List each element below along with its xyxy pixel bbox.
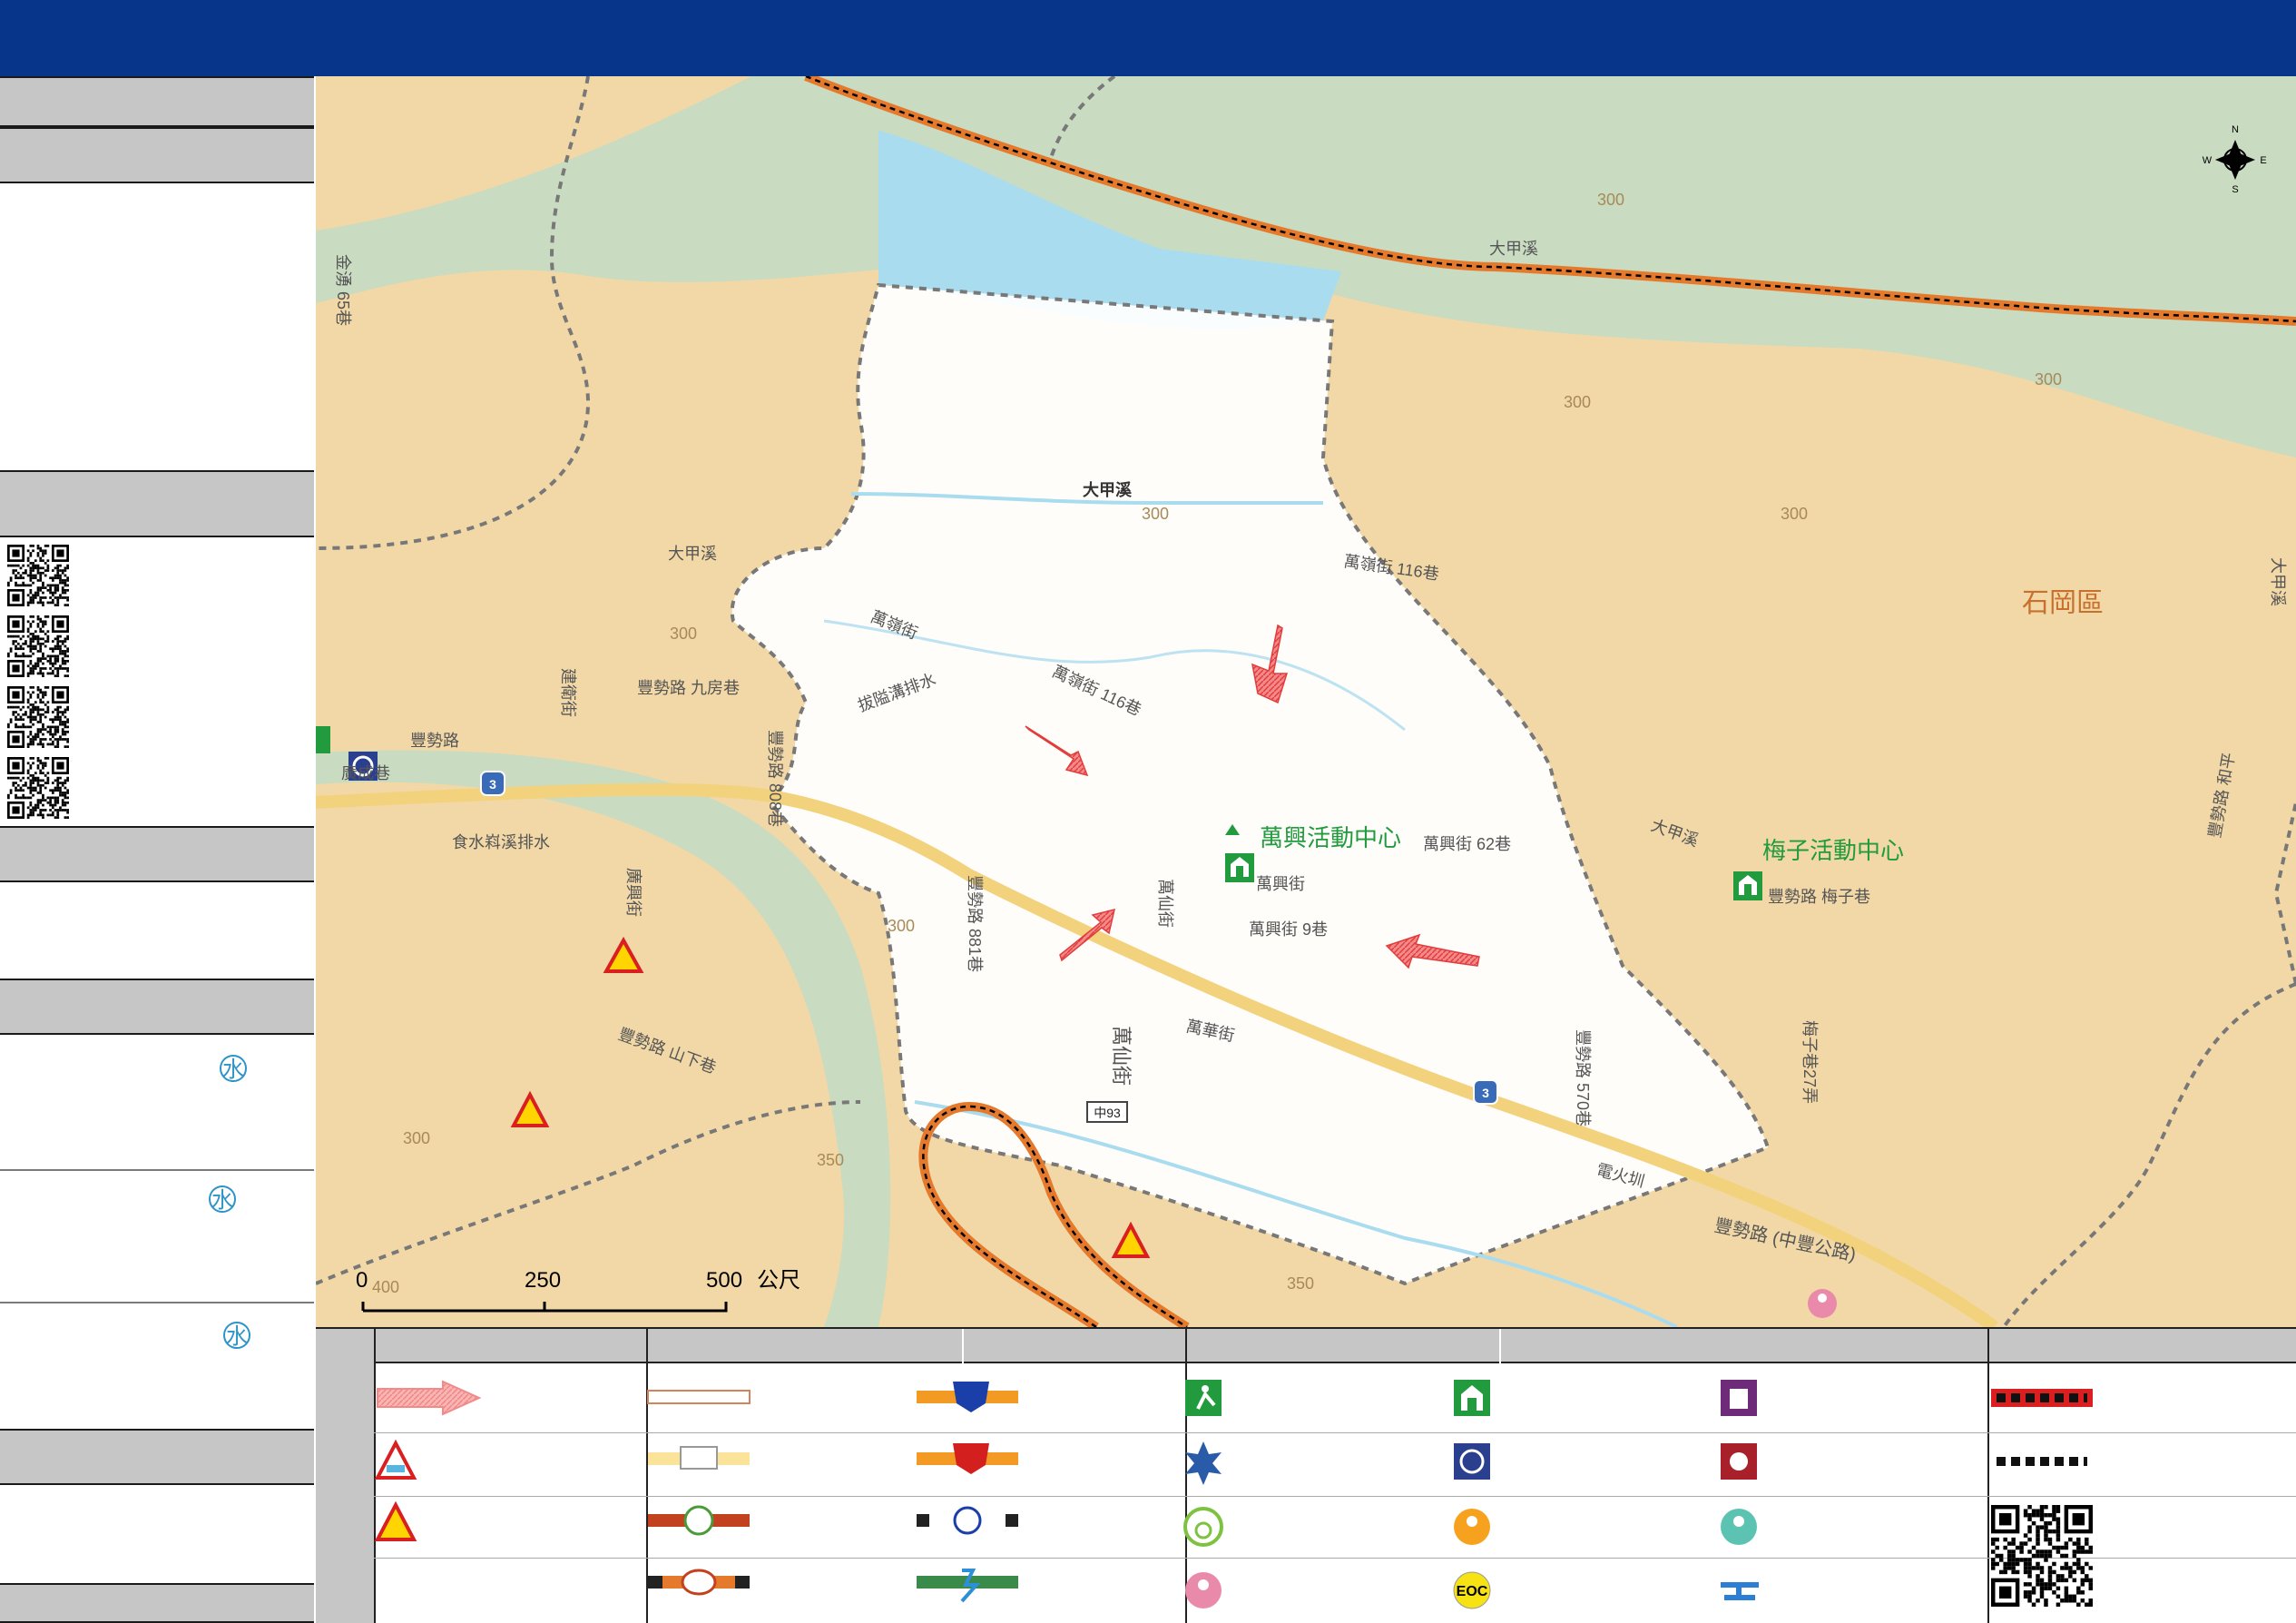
label-road-fengshi-jiufang: 豐勢路 九房巷 xyxy=(637,679,740,697)
sidebar-header-1 xyxy=(0,76,314,127)
label-road-guangcheng: 廣成巷 xyxy=(341,764,390,782)
legend-community-icon xyxy=(1721,1380,1757,1416)
shelter-west-icon[interactable] xyxy=(316,726,330,753)
map-legend: EOC xyxy=(316,1327,2296,1623)
svg-text:500: 500 xyxy=(706,1268,742,1293)
svg-text:3: 3 xyxy=(489,777,496,792)
legend-evac-place-icon xyxy=(1185,1380,1222,1416)
legend-childcare-icon xyxy=(1721,1509,1757,1545)
sidebar-header-qr xyxy=(0,470,314,537)
label-road-fengshi-570: 豐勢路 570巷 xyxy=(1574,1029,1592,1126)
svg-text:中93: 中93 xyxy=(1094,1106,1121,1120)
label-road-fengshi-meizi: 豐勢路 梅子巷 xyxy=(1768,888,1870,906)
water-mark-icon-2: 水 xyxy=(209,1185,236,1213)
water-mark-icon-1: 水 xyxy=(220,1055,247,1082)
qr-code-4[interactable] xyxy=(7,757,69,819)
label-road-fengshi-881: 豐勢路 881巷 xyxy=(966,875,984,972)
route-shield-3-east: 3 xyxy=(1473,1079,1498,1105)
legend-elderly-icon xyxy=(1454,1509,1490,1545)
legend-fire-station-icon xyxy=(1721,1443,1757,1480)
label-river-west: 大甲溪 xyxy=(668,545,717,563)
sidebar-divider-1 xyxy=(0,1169,314,1171)
label-road-wanxian: 萬仙街 xyxy=(1110,1026,1133,1086)
svg-text:250: 250 xyxy=(525,1268,561,1293)
label-road-fengshi-808: 豐勢路 808巷 xyxy=(766,730,784,827)
sidebar-header-3 xyxy=(0,826,314,882)
label-contour-300-h: 300 xyxy=(403,1129,430,1147)
legend-heliport-icon xyxy=(1721,1582,1759,1600)
legend-railway-icon xyxy=(917,1506,1018,1535)
label-road-jianwei: 建衛街 xyxy=(559,668,577,717)
legend-welfare-icon xyxy=(1185,1572,1222,1608)
label-road-wanxing62: 萬興街 62巷 xyxy=(1423,835,1511,853)
label-district: 石岡區 xyxy=(2022,588,2104,618)
label-contour-300-e: 300 xyxy=(1142,505,1169,523)
svg-text:公尺: 公尺 xyxy=(757,1268,800,1293)
sidebar: 水 水 水 xyxy=(0,76,316,1623)
label-contour-400: 400 xyxy=(372,1278,399,1296)
sidebar-header-5 xyxy=(0,1429,314,1485)
shelter-wanxing-icon[interactable] xyxy=(1225,853,1254,882)
label-road-wanxing: 萬興街 xyxy=(1256,875,1305,893)
legend-shelter-icon xyxy=(1454,1380,1490,1416)
legend-qr-code[interactable] xyxy=(1991,1505,2093,1607)
label-river-east-vertical: 大甲溪 xyxy=(2269,557,2287,606)
legend-landslide-icon xyxy=(374,1500,417,1541)
legend-road-county-icon xyxy=(648,1446,750,1470)
label-river-main: 大甲溪 xyxy=(1489,240,1538,258)
legend-flood-warning-icon xyxy=(374,1439,417,1480)
svg-text:0: 0 xyxy=(356,1268,368,1293)
svg-text:N: N xyxy=(2232,124,2239,135)
label-contour-350: 350 xyxy=(817,1151,844,1169)
qr-code-3[interactable] xyxy=(7,686,69,748)
svg-text:E: E xyxy=(2260,155,2266,166)
sidebar-divider-2 xyxy=(0,1302,314,1303)
label-contour-300-b: 300 xyxy=(2035,370,2062,389)
legend-hsr-icon xyxy=(917,1569,1018,1603)
label-road-guangxing: 廣興街 xyxy=(624,868,643,917)
evacuation-map[interactable]: 3 3 中93 大甲溪 大甲溪 大甲溪 大甲溪 大甲溪 石岡區 萬興活動中心 梅… xyxy=(316,76,2296,1327)
label-road-fengshi: 豐勢路 xyxy=(410,732,459,750)
svg-text:3: 3 xyxy=(1482,1086,1489,1100)
svg-text:S: S xyxy=(2232,184,2238,195)
label-contour-300-g: 300 xyxy=(888,917,915,935)
label-center-meizi: 梅子活動中心 xyxy=(1762,837,1904,864)
sidebar-header-2 xyxy=(0,127,314,183)
legend-road-local-icon xyxy=(647,1390,751,1404)
legend-road-provincial-icon xyxy=(648,1505,750,1536)
legend-railway-line-icon xyxy=(1991,1389,2093,1407)
sidebar-header-4 xyxy=(0,979,314,1035)
legend-evacuation-arrow-icon xyxy=(377,1380,482,1416)
route-shield-zhong93: 中93 xyxy=(1086,1101,1128,1123)
svg-text:W: W xyxy=(2203,155,2213,166)
label-road-wanxing9: 萬興街 9巷 xyxy=(1249,920,1328,939)
label-river-small: 大甲溪 xyxy=(1083,480,1133,499)
qr-code-2[interactable] xyxy=(7,615,69,677)
label-road-meizi27: 梅子巷27弄 xyxy=(1800,1020,1819,1104)
legend-wheelchair-icon xyxy=(1183,1507,1223,1547)
label-road-jinyong: 金湧 65巷 xyxy=(334,254,352,326)
welfare-facility-icon[interactable] xyxy=(1808,1289,1837,1318)
label-road-ditch1: 食水嵙溪排水 xyxy=(452,833,550,851)
label-center-wanxing: 萬興活動中心 xyxy=(1260,824,1401,851)
legend-highway-blue-icon xyxy=(917,1382,1018,1412)
qr-code-1[interactable] xyxy=(7,545,69,606)
header-bar xyxy=(0,0,2296,76)
route-shield-3-west: 3 xyxy=(480,771,505,796)
label-contour-350-b: 350 xyxy=(1287,1274,1314,1293)
sidebar-header-6 xyxy=(0,1583,314,1623)
shelter-meizi-icon[interactable] xyxy=(1733,871,1762,900)
legend-highway-red-icon xyxy=(917,1443,1018,1474)
label-contour-300-f: 300 xyxy=(670,625,697,643)
label-contour-300-d: 300 xyxy=(1781,505,1808,523)
label-contour-300-a: 300 xyxy=(1597,191,1624,209)
legend-eoc-icon: EOC xyxy=(1453,1571,1491,1609)
legend-road-expressway-icon xyxy=(648,1569,750,1596)
legend-medical-icon xyxy=(1185,1441,1222,1485)
svg-text:EOC: EOC xyxy=(1457,1584,1488,1599)
legend-police-icon xyxy=(1454,1443,1490,1480)
label-road-wanxian-x: 萬仙街 xyxy=(1156,879,1174,928)
water-mark-icon-3: 水 xyxy=(223,1322,250,1349)
label-contour-300-c: 300 xyxy=(1564,393,1591,411)
